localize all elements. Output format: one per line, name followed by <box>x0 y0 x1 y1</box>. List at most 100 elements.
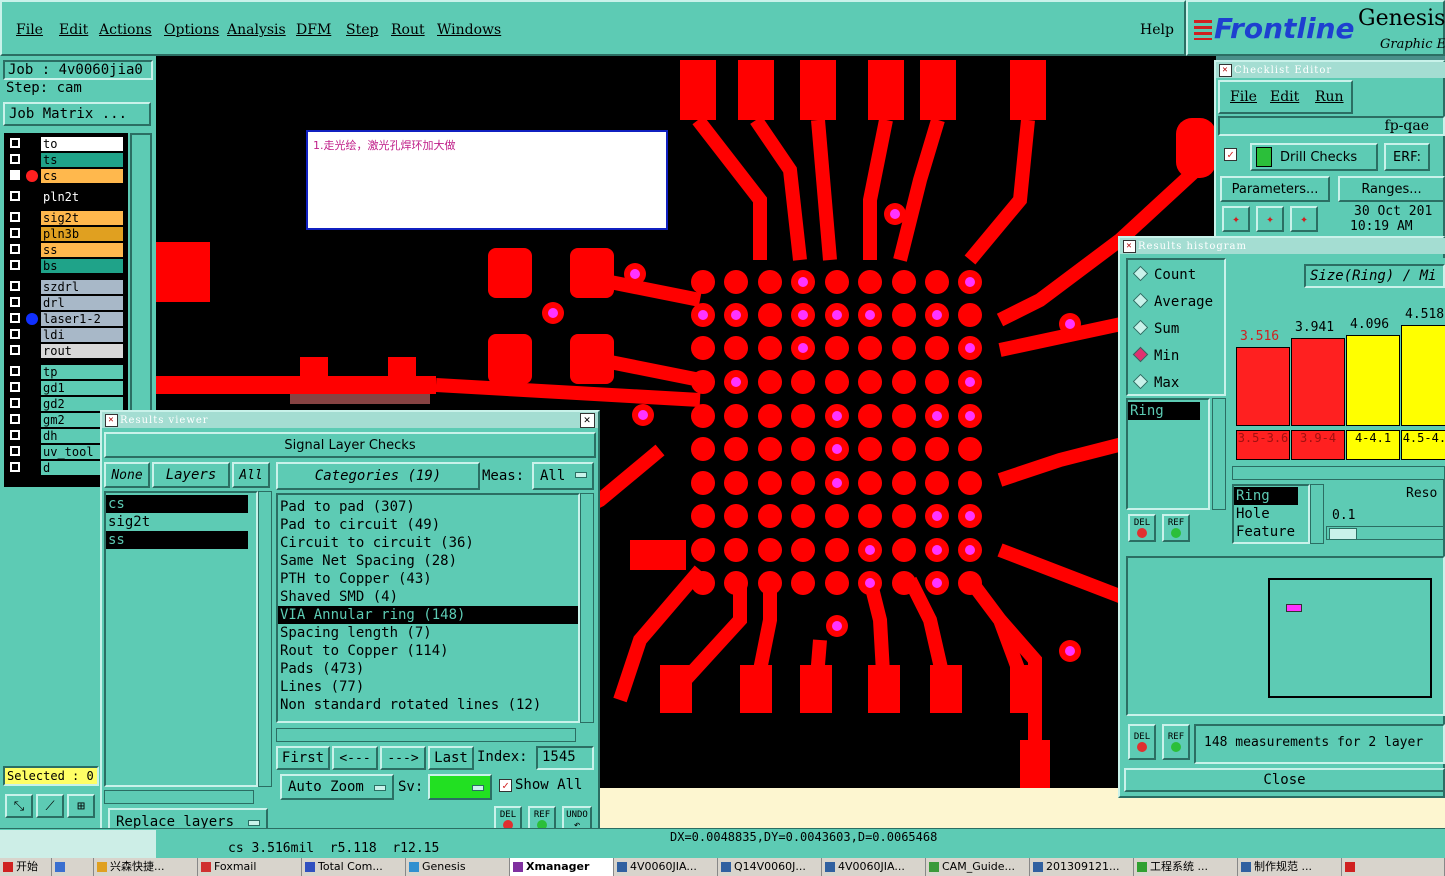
layer-checkbox[interactable] <box>10 414 20 424</box>
taskbar-item[interactable] <box>52 858 94 876</box>
layer-checkbox[interactable] <box>10 170 20 180</box>
histogram-bar[interactable] <box>1401 325 1445 426</box>
histogram-bar[interactable] <box>1236 347 1290 426</box>
layer-checkbox[interactable] <box>10 212 20 222</box>
layer-checkbox[interactable] <box>10 138 20 148</box>
resolution-slider[interactable] <box>1326 526 1445 540</box>
histogram-hscroll[interactable] <box>1232 466 1445 480</box>
layer-row-gd1[interactable]: gd1 <box>6 381 124 395</box>
menu-options[interactable]: Options <box>164 22 219 38</box>
next-button[interactable]: ---> <box>380 746 426 770</box>
menu-step[interactable]: Step <box>346 22 378 38</box>
menu-dfm[interactable]: DFM <box>296 22 331 38</box>
layer-checkbox[interactable] <box>10 281 20 291</box>
parameters-button[interactable]: Parameters... <box>1220 176 1330 202</box>
layer-row-laser1-2[interactable]: laser1-2 <box>6 312 124 326</box>
field-item[interactable]: Ring <box>1128 402 1200 420</box>
drill-checks-button[interactable]: Drill Checks <box>1250 143 1378 171</box>
checklist-titlebar[interactable]: ✕ Checklist Editor <box>1216 62 1445 78</box>
category-item[interactable]: Pads (473) <box>278 660 578 678</box>
taskbar-item[interactable] <box>1342 858 1445 876</box>
layer-checkbox[interactable] <box>10 462 20 472</box>
all-layers-button[interactable]: All <box>232 462 270 488</box>
layer-checkbox[interactable] <box>10 313 20 323</box>
category-list[interactable]: Pad to pad (307) Pad to circuit (49) Circu… <box>276 493 580 723</box>
attribute-list[interactable]: Ring Hole Feature <box>1232 484 1310 544</box>
menu-windows[interactable]: Windows <box>437 22 501 38</box>
category-item[interactable]: Shaved SMD (4) <box>278 588 578 606</box>
category-hscroll[interactable] <box>276 728 576 742</box>
layer-checkbox[interactable] <box>10 398 20 408</box>
mode-radio-average[interactable]: Average <box>1132 292 1213 311</box>
layer-checkbox[interactable] <box>10 345 20 355</box>
layer-result-scrollbar[interactable] <box>258 491 272 787</box>
index-input[interactable]: 1545 <box>536 746 594 770</box>
layer-row-ldi[interactable]: ldi <box>6 328 124 342</box>
category-scrollbar[interactable] <box>580 493 594 723</box>
layer-row-drl[interactable]: drl <box>6 296 124 310</box>
job-matrix-button[interactable]: Job Matrix ... <box>3 102 151 126</box>
field-list[interactable]: Ring <box>1126 398 1210 510</box>
layer-row-pln2t[interactable]: pln2t <box>6 190 124 204</box>
category-item[interactable]: PTH to Copper (43) <box>278 570 578 588</box>
layer-checkbox[interactable] <box>10 329 20 339</box>
hist-del-button[interactable]: DEL <box>1128 514 1156 542</box>
category-item[interactable]: Circuit to circuit (36) <box>278 534 578 552</box>
layers-button[interactable]: Layers <box>152 462 230 488</box>
checklist-menu-edit[interactable]: Edit <box>1270 89 1299 105</box>
checklist-menu-run[interactable]: Run <box>1315 89 1344 105</box>
layer-checkbox[interactable] <box>10 366 20 376</box>
layer-checkbox[interactable] <box>10 154 20 164</box>
taskbar-item[interactable]: Total Com... <box>302 858 406 876</box>
menu-rout[interactable]: Rout <box>391 22 425 38</box>
taskbar-item[interactable]: 制作规范 ... <box>1238 858 1342 876</box>
layer-row-sig2t[interactable]: sig2t <box>6 211 124 225</box>
layer-result-hscroll[interactable] <box>104 790 254 804</box>
start-button[interactable]: 开始 <box>0 858 52 876</box>
menu-analysis[interactable]: Analysis <box>227 22 286 38</box>
mode-radio-min[interactable]: Min <box>1132 346 1179 365</box>
run-all-icon[interactable]: ✦ <box>1256 206 1284 232</box>
histogram-titlebar[interactable]: ✕ Results histogram <box>1120 238 1445 254</box>
layer-row-tp[interactable]: tp <box>6 365 124 379</box>
tool-zoom-icon[interactable]: ⤡ <box>5 794 33 818</box>
window-menu-icon[interactable]: ✕ <box>105 414 118 427</box>
category-item[interactable]: Spacing length (7) <box>278 624 578 642</box>
menu-help[interactable]: Help <box>1140 22 1174 38</box>
run-action-icon[interactable]: ✦ <box>1222 206 1250 232</box>
taskbar-item[interactable]: 201309121... <box>1030 858 1134 876</box>
layer-row-ts[interactable]: ts <box>6 153 124 167</box>
note-box[interactable]: 1.走光绘，激光孔焊环加大做 <box>306 130 668 230</box>
layer-checkbox[interactable] <box>10 244 20 254</box>
layer-row-gd2[interactable]: gd2 <box>6 397 124 411</box>
taskbar-item[interactable]: Foxmail <box>198 858 302 876</box>
first-button[interactable]: First <box>276 746 330 770</box>
histogram-close-button[interactable]: Close <box>1124 768 1445 792</box>
taskbar-item[interactable]: Q14V0060J... <box>718 858 822 876</box>
layer-row-cs[interactable]: cs <box>6 169 124 183</box>
category-item[interactable]: Non standard rotated lines (12) <box>278 696 578 714</box>
show-all-checkbox[interactable]: ✓ <box>499 779 512 792</box>
layer-result-list[interactable]: cs sig2t ss <box>104 491 258 787</box>
close-icon[interactable]: ✕ <box>580 413 595 428</box>
mode-radio-max[interactable]: Max <box>1132 373 1179 392</box>
tool-measure-icon[interactable]: ⟋ <box>36 794 64 818</box>
stop-icon[interactable]: ✦ <box>1290 206 1318 232</box>
auto-zoom-dropdown[interactable]: Auto Zoom <box>280 774 394 800</box>
none-button[interactable]: None <box>104 462 150 488</box>
layer-checkbox[interactable] <box>10 191 20 201</box>
layer-row-szdrl[interactable]: szdrl <box>6 280 124 294</box>
result-layer-item[interactable]: sig2t <box>106 513 248 531</box>
category-item[interactable]: Rout to Copper (114) <box>278 642 578 660</box>
layer-checkbox[interactable] <box>10 382 20 392</box>
window-menu-icon[interactable]: ✕ <box>1219 64 1232 77</box>
field-scrollbar[interactable] <box>1212 398 1226 510</box>
preview-ref-button[interactable]: REF <box>1162 724 1190 760</box>
slider-thumb[interactable] <box>1329 528 1357 540</box>
tool-grid-icon[interactable]: ⊞ <box>67 794 95 818</box>
category-item[interactable]: VIA Annular ring (148) <box>278 606 578 624</box>
taskbar-item[interactable]: 兴森快捷... <box>94 858 198 876</box>
taskbar-item[interactable]: 4V0060JIA... <box>822 858 926 876</box>
layer-checkbox[interactable] <box>10 228 20 238</box>
layer-row-to[interactable]: to <box>6 137 124 151</box>
